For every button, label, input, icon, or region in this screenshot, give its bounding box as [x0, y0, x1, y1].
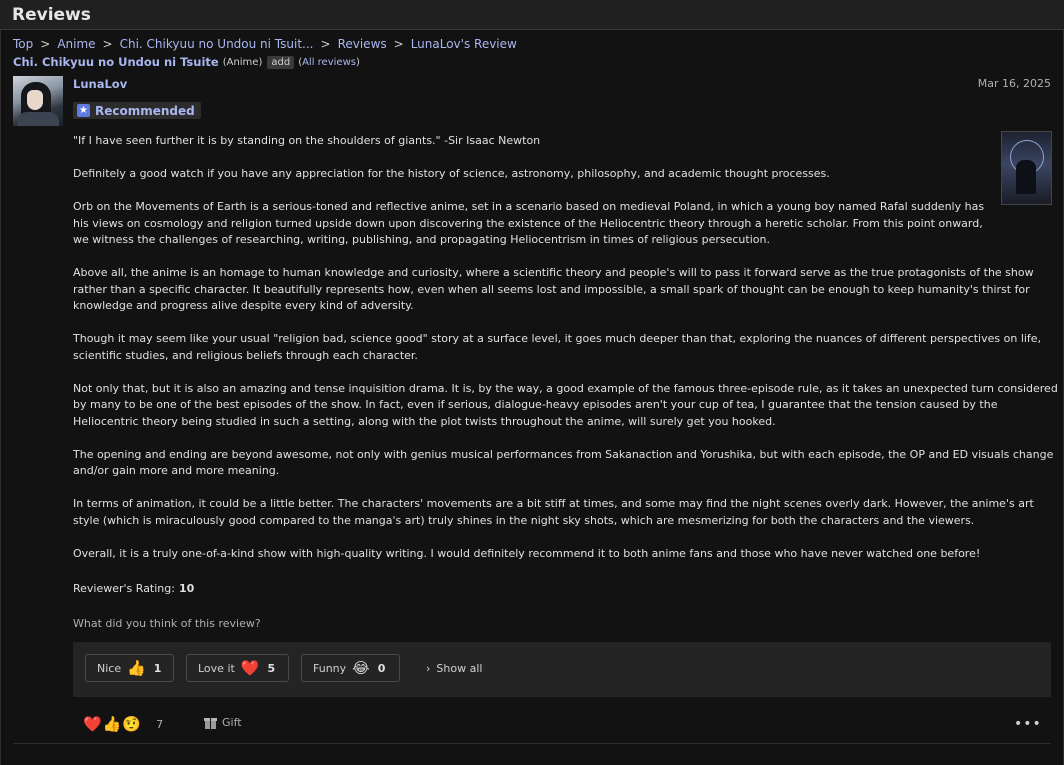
show-all-label: Show all	[436, 662, 483, 675]
nice-label: Nice	[97, 661, 122, 675]
nice-reaction-button[interactable]: Nice 👍 1	[85, 654, 174, 682]
breadcrumb-top[interactable]: Top	[13, 37, 33, 51]
heart-icon: ❤️	[83, 715, 102, 733]
thumbs-up-icon: 👍	[127, 659, 146, 677]
subject-type: (Anime)	[222, 56, 263, 68]
add-button[interactable]: add	[267, 55, 295, 69]
review-paragraph: Above all, the anime is an homage to hum…	[73, 266, 1034, 312]
skeptical-face-icon: 🤨	[122, 715, 142, 733]
rating-value: 10	[178, 582, 195, 595]
reviewer-rating: Reviewer's Rating: 10	[73, 582, 194, 595]
funny-reaction-button[interactable]: Funny 😂 0	[301, 654, 400, 682]
breadcrumb-current-review[interactable]: LunaLov's Review	[411, 37, 517, 51]
reactions-panel: Nice 👍 1 Love it ❤️ 5 Funny 😂 0 › Show al…	[73, 642, 1051, 697]
review-paragraph: Not only that, but it is also an amazing…	[73, 381, 1058, 428]
love-it-label: Love it	[198, 661, 235, 675]
show-all-reactions-button[interactable]: › Show all	[426, 662, 482, 675]
breadcrumb-subject[interactable]: Chi. Chikyuu no Undou ni Tsuit...	[120, 37, 314, 51]
all-reviews-link[interactable]: All reviews	[302, 57, 356, 68]
laughing-icon: 😂	[352, 659, 370, 677]
avatar[interactable]	[13, 76, 63, 126]
review-paragraph: Orb on the Movements of Earth is a serio…	[73, 200, 985, 246]
recommended-tag-label: Recommended	[95, 103, 195, 118]
love-it-reaction-button[interactable]: Love it ❤️ 5	[186, 654, 289, 682]
funny-label: Funny	[313, 661, 347, 675]
breadcrumb-separator: >	[393, 37, 404, 51]
page-header: Reviews	[0, 0, 1064, 30]
recommended-tag: ★ Recommended	[73, 102, 201, 119]
subject-line: Chi. Chikyuu no Undou ni Tsuite (Anime) …	[13, 55, 360, 69]
breadcrumb-reviews[interactable]: Reviews	[338, 37, 387, 51]
breadcrumb: Top > Anime > Chi. Chikyuu no Undou ni Tsuit…	[13, 37, 517, 51]
page-title: Reviews	[12, 4, 91, 25]
gift-button[interactable]: Gift	[204, 716, 242, 729]
heart-icon: ❤️	[240, 659, 260, 677]
breadcrumb-separator: >	[320, 37, 331, 51]
reaction-total-count: 7	[156, 717, 164, 731]
gift-icon	[204, 716, 217, 729]
review-date: Mar 16, 2025	[977, 77, 1051, 90]
subject-title-link[interactable]: Chi. Chikyuu no Undou ni Tsuite	[13, 55, 219, 69]
avatar-body	[17, 112, 59, 126]
review-paragraph: "If I have seen further it is by standin…	[73, 134, 541, 147]
footer-divider	[13, 743, 1051, 744]
review-paragraph: In terms of animation, it could be a lit…	[73, 497, 1034, 527]
breadcrumb-anime[interactable]: Anime	[57, 37, 95, 51]
review-paragraph: Overall, it is a truly one-of-a-kind sho…	[73, 546, 981, 560]
review-paragraph: Though it may seem like your usual "reli…	[73, 332, 1042, 362]
review-body: "If I have seen further it is by standin…	[73, 133, 1058, 579]
breadcrumb-separator: >	[40, 37, 51, 51]
review-paragraph: The opening and ending are beyond awesom…	[73, 447, 1054, 478]
chevron-right-icon: ›	[426, 662, 431, 675]
review-feedback-question: What did you think of this review?	[73, 617, 261, 630]
review-paragraph: Definitely a good watch if you have any …	[73, 167, 830, 180]
left-divider	[0, 30, 1, 765]
reviewer-username[interactable]: LunaLov	[73, 77, 127, 91]
love-it-count: 5	[267, 661, 276, 675]
more-options-icon[interactable]: •••	[1014, 716, 1042, 732]
gift-label: Gift	[222, 716, 242, 729]
all-reviews-paren-close: )	[355, 56, 360, 68]
thumbs-up-icon: 👍	[102, 715, 122, 733]
reaction-summary[interactable]: ❤️ 👍 🤨 7	[83, 715, 163, 733]
funny-count: 0	[377, 661, 386, 675]
star-icon: ★	[77, 104, 90, 117]
nice-count: 1	[153, 661, 162, 675]
all-reviews: (All reviews)	[298, 57, 360, 68]
breadcrumb-separator: >	[102, 37, 113, 51]
rating-label: Reviewer's Rating:	[73, 582, 175, 595]
avatar-face	[27, 90, 43, 110]
